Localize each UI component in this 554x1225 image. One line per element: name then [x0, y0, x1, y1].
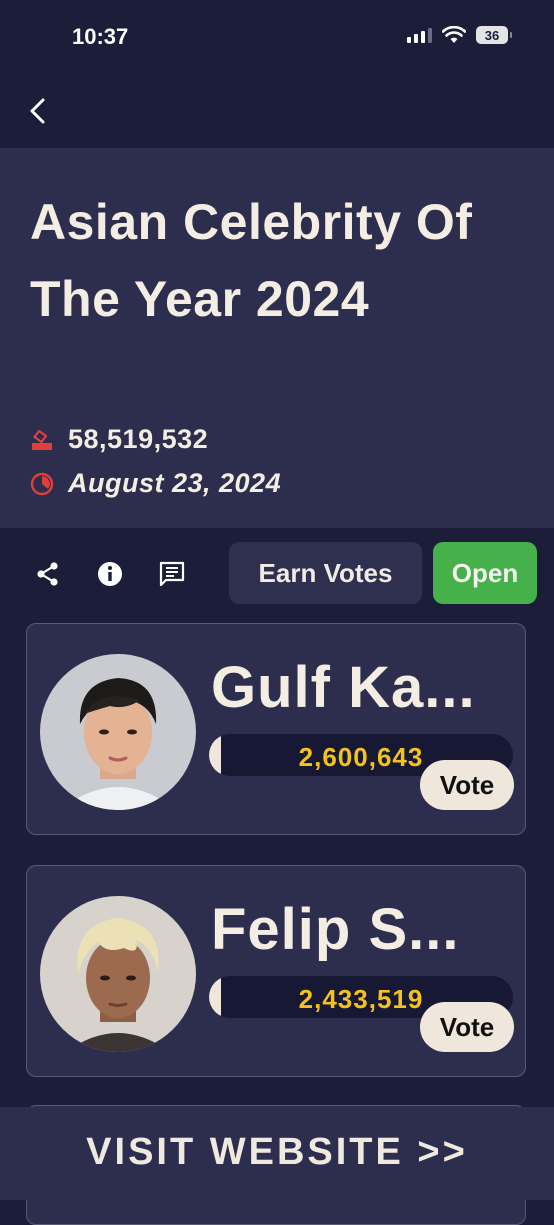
- candidate-card[interactable]: Gulf Ka... 2,600,643 Vote: [26, 623, 526, 835]
- event-date-row: August 23, 2024: [30, 468, 281, 499]
- total-votes: 58,519,532: [68, 424, 209, 454]
- total-votes-row: 58,519,532: [30, 424, 208, 455]
- candidate-name: Gulf Ka...: [211, 655, 476, 720]
- earn-votes-button[interactable]: Earn Votes: [229, 542, 422, 604]
- candidate-card[interactable]: Felip S... 2,433,519 Vote: [26, 865, 526, 1077]
- comment-icon[interactable]: [158, 560, 186, 588]
- vote-button[interactable]: Vote: [420, 1002, 514, 1052]
- avatar: [40, 654, 196, 810]
- status-bar: 10:37 36: [0, 0, 554, 78]
- cellular-signal-icon: [407, 27, 432, 43]
- event-header: Asian Celebrity Of The Year 2024 58,519,…: [0, 148, 554, 528]
- clock-icon: [30, 472, 54, 495]
- event-date: August 23, 2024: [68, 468, 282, 498]
- visit-website-link[interactable]: VISIT WEBSITE >>: [0, 1131, 554, 1174]
- page-title: Asian Celebrity Of The Year 2024: [30, 194, 473, 327]
- info-icon[interactable]: [96, 560, 124, 588]
- ballot-box-icon: [32, 429, 52, 450]
- nav-bar: [0, 78, 554, 148]
- action-bar: Earn Votes Open: [0, 528, 554, 620]
- vote-button[interactable]: Vote: [420, 760, 514, 810]
- chevron-left-icon[interactable]: [24, 96, 54, 126]
- status-icons: 36: [407, 26, 512, 44]
- status-time: 10:37: [72, 24, 129, 49]
- candidate-name: Felip S...: [211, 897, 460, 962]
- share-icon[interactable]: [34, 560, 62, 588]
- visit-website-bar[interactable]: VISIT WEBSITE >>: [0, 1107, 554, 1200]
- wifi-icon: [442, 26, 466, 43]
- battery-icon: 36: [476, 26, 512, 44]
- avatar: [40, 896, 196, 1052]
- status-badge[interactable]: Open: [433, 542, 537, 604]
